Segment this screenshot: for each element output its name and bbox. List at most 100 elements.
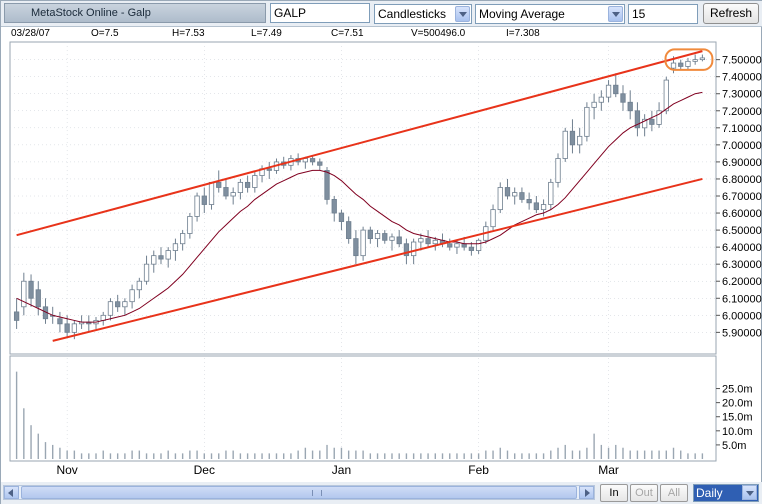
candle-body bbox=[216, 181, 222, 188]
quote-volume: V=500496.0 bbox=[411, 28, 466, 39]
candle-body bbox=[526, 199, 532, 204]
candle-body bbox=[143, 263, 150, 282]
candle-body bbox=[577, 135, 583, 146]
volume-tick-label: 5.0m bbox=[722, 440, 746, 452]
scroll-left-icon[interactable] bbox=[4, 486, 19, 499]
candle-body bbox=[692, 59, 698, 62]
volume-tick-label: 10.0m bbox=[722, 426, 753, 438]
candle-body bbox=[627, 101, 633, 112]
candle-body bbox=[389, 236, 395, 241]
volume-tick-label: 20.0m bbox=[722, 398, 753, 410]
toolbar: MetaStock Online - Galp GALP Candlestick… bbox=[1, 1, 762, 27]
candle-body bbox=[64, 323, 70, 333]
candle-body bbox=[194, 195, 200, 217]
candle-body bbox=[367, 229, 373, 240]
quote-open: O=7.5 bbox=[91, 28, 119, 39]
price-tick-label: 6.00000 bbox=[722, 310, 762, 322]
candle-body bbox=[201, 195, 207, 205]
candle-body bbox=[382, 233, 388, 241]
chart-type-select[interactable]: Candlesticks bbox=[374, 4, 472, 24]
candle-body bbox=[685, 60, 691, 67]
price-tick-label: 6.20000 bbox=[722, 276, 762, 288]
price-tick-label: 7.00000 bbox=[722, 140, 762, 152]
candle-body bbox=[468, 246, 475, 251]
candle-body bbox=[360, 229, 366, 257]
candle-body bbox=[454, 243, 460, 248]
month-label: Dec bbox=[194, 463, 215, 477]
price-tick-label: 7.30000 bbox=[722, 89, 762, 101]
scroll-thumb[interactable] bbox=[21, 486, 577, 499]
chevron-down-icon[interactable] bbox=[742, 485, 757, 500]
status-bar: In Out All Daily bbox=[1, 482, 762, 504]
symbol-input[interactable]: GALP bbox=[270, 3, 370, 23]
candle-body bbox=[353, 238, 359, 257]
candle-body bbox=[180, 233, 186, 245]
candle-body bbox=[490, 209, 496, 228]
quote-low: L=7.49 bbox=[251, 28, 282, 39]
candle-body bbox=[418, 238, 424, 243]
quote-indicator: I=7.308 bbox=[506, 28, 540, 39]
candle-body bbox=[540, 204, 547, 211]
candle-body bbox=[569, 130, 576, 146]
candle-body bbox=[504, 187, 511, 197]
chevron-down-icon[interactable] bbox=[455, 6, 470, 22]
scroll-right-icon[interactable] bbox=[579, 486, 594, 499]
candle-body bbox=[699, 57, 706, 61]
zoom-all-button[interactable]: All bbox=[660, 484, 688, 502]
interval-select[interactable]: Daily bbox=[693, 484, 759, 502]
candle-body bbox=[187, 216, 193, 234]
candle-body bbox=[129, 289, 135, 303]
grip-icon bbox=[312, 490, 322, 496]
month-label: Nov bbox=[56, 463, 77, 477]
candle-body bbox=[324, 170, 330, 200]
candle-body bbox=[447, 243, 453, 248]
app-title: MetaStock Online - Galp bbox=[4, 3, 266, 23]
time-axis: Nov Dec Jan Feb Mar bbox=[56, 463, 618, 477]
candle-body bbox=[598, 96, 604, 103]
price-tick-label: 5.90000 bbox=[722, 327, 762, 339]
interval-value: Daily bbox=[696, 486, 723, 500]
price-tick-label: 7.50000 bbox=[722, 55, 762, 67]
candle-body bbox=[223, 187, 229, 197]
candle-body bbox=[411, 241, 417, 257]
candle-body bbox=[678, 62, 684, 67]
candle-body bbox=[309, 158, 316, 163]
volume-tick-label: 15.0m bbox=[722, 412, 753, 424]
price-tick-label: 6.40000 bbox=[722, 242, 762, 254]
candle-body bbox=[136, 280, 142, 291]
candle-body bbox=[230, 192, 236, 197]
candle-body bbox=[461, 243, 467, 248]
period-input[interactable]: 15 bbox=[628, 4, 698, 24]
price-chart[interactable]: 7.50000 7.40000 7.30000 7.20000 7.10000 7.000… bbox=[1, 41, 762, 481]
indicator-select[interactable]: Moving Average bbox=[475, 4, 625, 24]
metastock-window: MetaStock Online - Galp GALP Candlestick… bbox=[0, 0, 762, 504]
horizontal-scrollbar[interactable] bbox=[3, 485, 595, 500]
candle-body bbox=[613, 84, 619, 95]
candle-body bbox=[107, 301, 114, 316]
chart-type-value: Candlesticks bbox=[378, 7, 447, 21]
candle-body bbox=[497, 187, 503, 211]
candle-body bbox=[122, 301, 128, 308]
chevron-down-icon[interactable] bbox=[608, 6, 623, 22]
volume-axis: 25.0m 20.0m 15.0m 10.0m 5.0m bbox=[716, 384, 753, 452]
zoom-out-button[interactable]: Out bbox=[630, 484, 658, 502]
zoom-in-button[interactable]: In bbox=[600, 484, 628, 502]
candle-body bbox=[475, 239, 482, 251]
quote-info-line: 03/28/07 O=7.5 H=7.53 L=7.49 C=7.51 V=50… bbox=[1, 28, 762, 42]
candle-body bbox=[562, 130, 568, 159]
price-tick-label: 7.20000 bbox=[722, 106, 762, 118]
candle-body bbox=[71, 323, 77, 333]
quote-close: C=7.51 bbox=[331, 28, 364, 39]
candle-body bbox=[374, 233, 381, 240]
candle-body bbox=[331, 199, 337, 214]
price-tick-label: 6.70000 bbox=[722, 191, 762, 203]
candle-body bbox=[338, 212, 345, 222]
price-tick-label: 6.10000 bbox=[722, 293, 762, 305]
candle-body bbox=[591, 101, 597, 108]
month-label: Mar bbox=[598, 463, 619, 477]
price-tick-label: 7.40000 bbox=[722, 72, 762, 84]
price-tick-label: 6.30000 bbox=[722, 259, 762, 271]
refresh-button[interactable]: Refresh bbox=[703, 3, 759, 24]
price-tick-label: 6.50000 bbox=[722, 225, 762, 237]
candle-body bbox=[151, 255, 157, 265]
